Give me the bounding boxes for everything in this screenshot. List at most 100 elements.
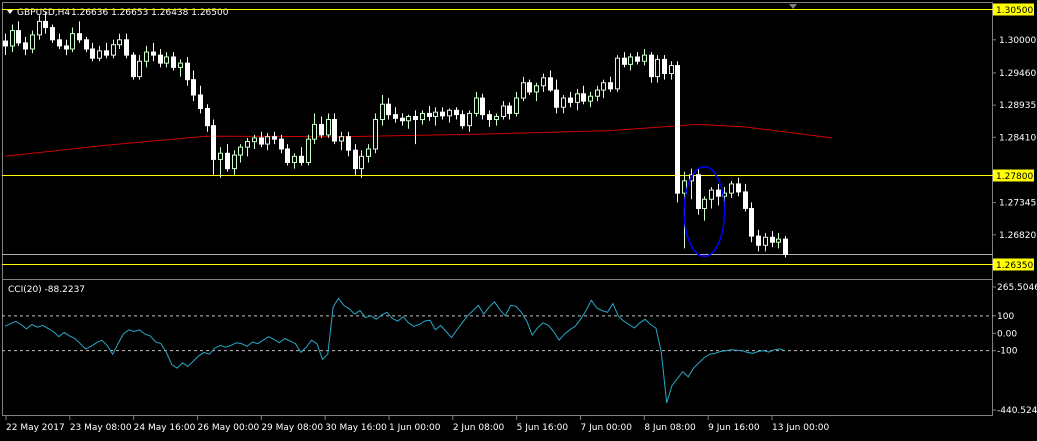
candle[interactable] <box>601 82 606 91</box>
candle[interactable] <box>104 50 109 56</box>
chart-canvas[interactable]: GBPUSD,H4 1.26636 1.26653 1.26438 1.2650… <box>0 0 1037 441</box>
candle[interactable] <box>90 48 95 59</box>
candle[interactable] <box>326 119 331 136</box>
candle[interactable] <box>548 77 553 91</box>
candle[interactable] <box>366 148 371 157</box>
candle[interactable] <box>265 136 270 145</box>
candle[interactable] <box>433 111 438 117</box>
candle[interactable] <box>622 57 627 65</box>
candle[interactable] <box>507 105 512 114</box>
candle[interactable] <box>64 45 69 50</box>
candle[interactable] <box>655 58 660 78</box>
candle[interactable] <box>749 207 754 237</box>
candle[interactable] <box>178 62 183 68</box>
candle[interactable] <box>736 183 741 193</box>
candle[interactable] <box>299 155 304 163</box>
candle[interactable] <box>10 30 15 47</box>
candle[interactable] <box>480 97 485 116</box>
candle[interactable] <box>393 114 398 119</box>
candle[interactable] <box>588 95 593 102</box>
candle[interactable] <box>675 65 680 194</box>
candle[interactable] <box>635 56 640 62</box>
candle[interactable] <box>84 39 89 50</box>
candle[interactable] <box>57 39 62 47</box>
candle[interactable] <box>501 105 506 117</box>
candle[interactable] <box>460 114 465 127</box>
candle[interactable] <box>709 189 714 200</box>
candle[interactable] <box>662 58 667 75</box>
candle[interactable] <box>783 238 788 255</box>
candle[interactable] <box>427 112 432 117</box>
candle[interactable] <box>373 119 378 150</box>
candle[interactable] <box>131 54 136 78</box>
candle[interactable] <box>124 39 129 56</box>
candle[interactable] <box>218 152 223 160</box>
candle[interactable] <box>259 137 264 145</box>
candle[interactable] <box>43 20 48 29</box>
candle[interactable] <box>359 155 364 170</box>
candle[interactable] <box>171 56 176 68</box>
candle[interactable] <box>292 155 297 163</box>
candle[interactable] <box>191 79 196 96</box>
candle[interactable] <box>272 136 277 140</box>
candle[interactable] <box>158 54 163 64</box>
candle[interactable] <box>642 54 647 62</box>
candle[interactable] <box>454 109 459 116</box>
candle[interactable] <box>164 56 169 64</box>
candle[interactable] <box>420 112 425 121</box>
candle[interactable] <box>97 50 102 59</box>
moving-average-line[interactable] <box>4 123 833 157</box>
candle[interactable] <box>487 114 492 121</box>
candle[interactable] <box>440 111 445 117</box>
candle[interactable] <box>380 103 385 121</box>
candle[interactable] <box>285 148 290 163</box>
chart-menu-icon[interactable] <box>7 10 13 14</box>
candle[interactable] <box>23 42 28 50</box>
candle[interactable] <box>400 117 405 122</box>
candle[interactable] <box>743 191 748 209</box>
candle[interactable] <box>117 39 122 46</box>
candle[interactable] <box>770 236 775 243</box>
candle[interactable] <box>716 189 721 197</box>
candle[interactable] <box>628 56 633 65</box>
candle[interactable] <box>319 123 324 136</box>
shift-marker-icon[interactable] <box>789 4 797 9</box>
candle[interactable] <box>339 136 344 142</box>
candle[interactable] <box>534 85 539 93</box>
candle[interactable] <box>702 198 707 209</box>
candle[interactable] <box>16 30 21 44</box>
candle[interactable] <box>386 103 391 116</box>
candle[interactable] <box>137 60 142 78</box>
candle[interactable] <box>70 33 75 50</box>
candle[interactable] <box>776 238 781 243</box>
candle[interactable] <box>185 62 190 81</box>
candle[interactable] <box>346 136 351 151</box>
candle[interactable] <box>514 97 519 114</box>
candle[interactable] <box>608 82 613 90</box>
candle[interactable] <box>413 115 418 121</box>
candle[interactable] <box>595 89 600 97</box>
candle[interactable] <box>763 236 768 246</box>
candle[interactable] <box>615 57 620 90</box>
candle[interactable] <box>332 119 337 142</box>
candle[interactable] <box>541 77 546 87</box>
candle[interactable] <box>649 54 654 78</box>
candle[interactable] <box>554 89 559 108</box>
candle[interactable] <box>467 112 472 127</box>
candle[interactable] <box>575 93 580 103</box>
candle[interactable] <box>527 82 532 93</box>
candle[interactable] <box>144 51 149 62</box>
candle[interactable] <box>561 97 566 108</box>
candle[interactable] <box>30 34 35 50</box>
candle[interactable] <box>245 141 250 148</box>
candle[interactable] <box>50 27 55 41</box>
candle[interactable] <box>238 146 243 156</box>
candle[interactable] <box>669 65 674 75</box>
candle[interactable] <box>37 20 42 36</box>
candle[interactable] <box>406 115 411 122</box>
candle[interactable] <box>111 44 116 56</box>
candle[interactable] <box>756 235 761 246</box>
candle[interactable] <box>3 40 8 47</box>
candle[interactable] <box>279 138 284 150</box>
candle[interactable] <box>252 137 257 143</box>
